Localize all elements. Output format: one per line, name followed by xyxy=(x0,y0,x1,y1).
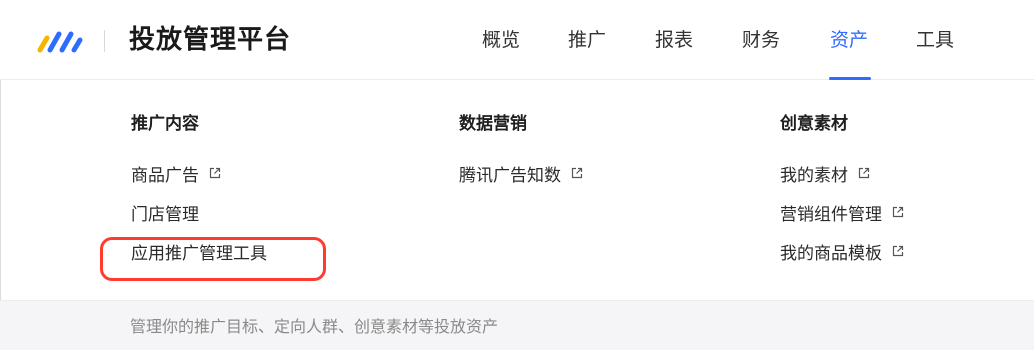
menu-item-label: 我的商品模板 xyxy=(780,243,882,264)
menu-item-label: 商品广告 xyxy=(131,165,199,186)
menu-item-tencent-ads-zhishu[interactable]: 腾讯广告知数 xyxy=(459,160,584,186)
nav-item-promotion[interactable]: 推广 xyxy=(568,26,606,54)
nav-item-overview[interactable]: 概览 xyxy=(482,26,520,54)
menu-item-product-templates[interactable]: 我的商品模板 xyxy=(780,238,905,264)
active-tab-indicator xyxy=(829,77,871,80)
menu-item-marketing-components[interactable]: 营销组件管理 xyxy=(780,199,905,225)
external-link-icon xyxy=(571,167,583,179)
menu-item-store-management[interactable]: 门店管理 xyxy=(131,199,267,225)
menu-item-my-assets[interactable]: 我的素材 xyxy=(780,160,905,186)
brand-stripes-icon[interactable] xyxy=(34,26,88,56)
menu-column-creative-assets: 创意素材 我的素材 营销组件管理 我的商品模板 xyxy=(780,112,905,277)
menu-item-label: 我的素材 xyxy=(780,165,848,186)
nav-item-tools[interactable]: 工具 xyxy=(916,26,954,54)
column-title: 创意素材 xyxy=(780,114,848,134)
external-link-icon xyxy=(209,167,221,179)
external-link-icon xyxy=(858,167,870,179)
menu-item-label: 门店管理 xyxy=(131,204,199,225)
top-navigation-bar: 投放管理平台 概览 推广 报表 财务 资产 工具 xyxy=(0,0,1034,80)
app-title: 投放管理平台 xyxy=(129,25,292,55)
highlight-annotation-box xyxy=(100,237,326,281)
column-title: 推广内容 xyxy=(131,114,199,134)
menu-column-data-marketing: 数据营销 腾讯广告知数 xyxy=(459,112,584,199)
menu-item-label: 腾讯广告知数 xyxy=(459,165,561,186)
menu-item-label: 营销组件管理 xyxy=(780,204,882,225)
external-link-icon xyxy=(892,206,904,218)
page: 投放管理平台 概览 推广 报表 财务 资产 工具 推广内容 商品广告 门店管理 … xyxy=(0,0,1034,350)
nav-item-finance[interactable]: 财务 xyxy=(742,26,780,54)
footer-description: 管理你的推广目标、定向人群、创意素材等投放资产 xyxy=(130,317,499,336)
nav-item-reports[interactable]: 报表 xyxy=(655,26,693,54)
dropdown-footer: 管理你的推广目标、定向人群、创意素材等投放资产 xyxy=(0,300,1034,350)
menu-item-product-ads[interactable]: 商品广告 xyxy=(131,160,267,186)
column-title: 数据营销 xyxy=(459,114,527,134)
nav-item-assets[interactable]: 资产 xyxy=(830,26,868,54)
external-link-icon xyxy=(892,245,904,257)
logo-divider xyxy=(104,30,105,52)
